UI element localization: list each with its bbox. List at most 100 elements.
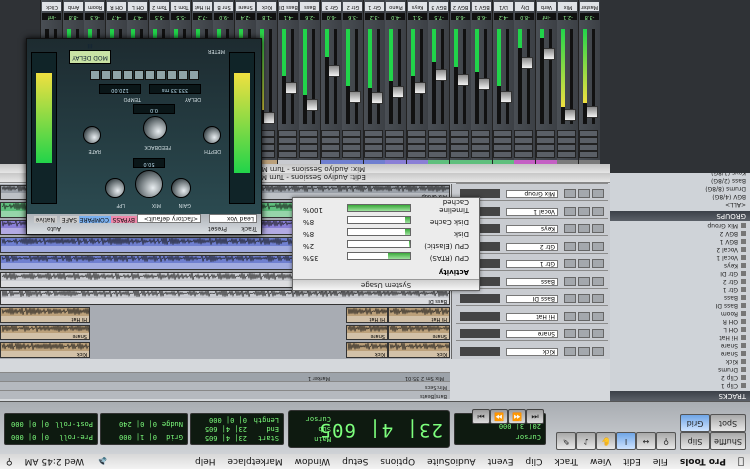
channel-name[interactable]: Bass DI <box>279 2 298 11</box>
insert-slot[interactable] <box>514 151 534 158</box>
track-list-item[interactable]: Gtr DI <box>616 269 746 277</box>
channel-name[interactable]: OH R <box>107 2 126 11</box>
channel-name[interactable]: Keys <box>408 2 427 11</box>
track-lane[interactable]: Hi Hat Hi Hat Hi Hat <box>0 307 450 325</box>
channel-name[interactable]: BGV 3 <box>429 2 449 11</box>
group-list-item[interactable]: Bass (2/8G) <box>616 176 746 184</box>
insert-slot[interactable] <box>557 144 577 151</box>
channel-volume-readout[interactable]: -6.8 <box>451 13 470 20</box>
track-list-item[interactable]: Clip 1 <box>616 381 746 389</box>
nudge-value[interactable]: 0| 0| 240 <box>119 420 157 428</box>
channel-volume-readout[interactable]: -8.8 <box>64 13 83 20</box>
ruler-marker-2[interactable]: Marker 1 <box>308 375 330 381</box>
insert-slot[interactable] <box>278 130 297 137</box>
track-visibility-dot-icon[interactable] <box>741 311 746 316</box>
channel-volume-readout[interactable]: -9.0 <box>214 13 234 20</box>
insert-slot[interactable] <box>428 137 448 144</box>
insert-slot[interactable] <box>407 130 426 137</box>
insert-slot[interactable] <box>364 137 383 144</box>
insert-slot[interactable] <box>364 144 383 151</box>
track-list-item[interactable]: OH L <box>616 325 746 333</box>
channel-name[interactable]: Tom 2 <box>150 2 169 11</box>
mute-button[interactable] <box>564 312 576 321</box>
gain-knob[interactable] <box>171 178 191 198</box>
menu-window[interactable]: Window <box>289 457 337 467</box>
channel-volume-readout[interactable]: -2.4 <box>236 13 255 20</box>
track-visibility-dot-icon[interactable] <box>741 303 746 308</box>
solo-button[interactable] <box>578 242 590 251</box>
plugin-preset-selector[interactable]: <factory default> <box>137 214 201 223</box>
insert-slot[interactable] <box>299 130 319 137</box>
track-visibility-dot-icon[interactable] <box>741 231 746 236</box>
main-counter[interactable]: 23| 4| 605 Main Sub Cursor <box>288 410 450 448</box>
insert-slot[interactable] <box>342 151 362 158</box>
record-enable-button[interactable] <box>592 224 604 234</box>
plugin-bypass-button[interactable]: BYPASS <box>110 216 137 223</box>
insert-slot[interactable] <box>536 130 555 137</box>
menu-event[interactable]: Event <box>482 457 520 467</box>
insert-slot[interactable] <box>450 151 469 158</box>
track-list-item[interactable]: Drums <box>616 365 746 373</box>
postroll-value[interactable]: 0| 0| 000 <box>11 420 49 428</box>
spotlight-icon[interactable]: ⚲ <box>0 457 19 467</box>
go-to-end-button[interactable]: ⏭ <box>472 409 490 424</box>
insert-slot[interactable] <box>385 137 405 144</box>
audio-clip[interactable]: Kick <box>0 342 90 358</box>
solo-button[interactable] <box>578 277 590 286</box>
track-visibility-dot-icon[interactable] <box>741 327 746 332</box>
channel-name[interactable]: Gtr 2 <box>343 2 363 11</box>
feedback-knob[interactable] <box>143 116 167 140</box>
channel-volume-readout[interactable]: -4.1 <box>279 13 298 20</box>
insert-slot[interactable] <box>407 137 426 144</box>
track-list-item[interactable]: Bass <box>616 293 746 301</box>
menu-help[interactable]: Help <box>189 457 222 467</box>
track-name-field[interactable]: Vocal 1 <box>506 208 558 216</box>
selector-tool-icon[interactable]: I <box>616 432 636 450</box>
track-visibility-dot-icon[interactable] <box>741 343 746 348</box>
track-record-solo-mute-buttons[interactable] <box>564 207 604 216</box>
channel-volume-readout[interactable]: -5.5 <box>171 13 191 20</box>
menu-track[interactable]: Track <box>548 457 584 467</box>
group-list-item[interactable]: Drums (8/8G) <box>616 184 746 192</box>
mute-button[interactable] <box>564 189 576 199</box>
track-list-item[interactable]: Hi Hat <box>616 333 746 341</box>
solo-button[interactable] <box>578 189 590 199</box>
channel-name[interactable]: Bass <box>300 2 320 11</box>
return-to-zero-button[interactable]: ⏮ <box>526 409 544 424</box>
channel-volume-readout[interactable]: -4.2 <box>494 13 513 20</box>
insert-slot[interactable] <box>428 144 448 151</box>
insert-slot[interactable] <box>321 151 340 158</box>
solo-button[interactable] <box>578 224 590 234</box>
mode-slip-button[interactable]: Slip <box>680 432 710 450</box>
insert-slot[interactable] <box>364 130 383 137</box>
trim-tool-icon[interactable]: ↔ <box>636 432 656 450</box>
channel-volume-readout[interactable]: -8.0 <box>515 13 535 20</box>
menu-edit[interactable]: Edit <box>617 457 646 467</box>
record-enable-button[interactable] <box>592 347 604 356</box>
track-visibility-dot-icon[interactable] <box>741 271 746 276</box>
channel-name[interactable]: LV1 <box>494 2 513 11</box>
lpf-knob[interactable] <box>105 178 125 198</box>
channel-name[interactable]: Snr B <box>214 2 234 11</box>
insert-slot[interactable] <box>557 130 577 137</box>
insert-slot[interactable] <box>471 151 491 158</box>
menu-audiosuite[interactable]: AudioSuite <box>421 457 482 467</box>
channel-name[interactable]: Amb <box>64 2 83 11</box>
track-visibility-dot-icon[interactable] <box>741 383 746 388</box>
insert-slot[interactable] <box>514 144 534 151</box>
channel-name[interactable]: Piano <box>386 2 406 11</box>
record-enable-button[interactable] <box>592 277 604 286</box>
insert-slot[interactable] <box>493 130 512 137</box>
insert-slot[interactable] <box>579 144 598 151</box>
track-list-item[interactable]: BGV 1 <box>616 237 746 245</box>
mute-button[interactable] <box>564 294 576 304</box>
audio-clip[interactable]: Hi Hat <box>0 307 90 323</box>
channel-name[interactable]: Kick <box>257 2 277 11</box>
mute-button[interactable] <box>564 259 576 269</box>
insert-slot[interactable] <box>514 137 534 144</box>
track-visibility-dot-icon[interactable] <box>741 319 746 324</box>
channel-name[interactable]: Mix <box>558 2 578 11</box>
track-name-field[interactable]: Gtr 1 <box>506 260 558 269</box>
fast-forward-button[interactable]: ⏩ <box>490 409 508 424</box>
start-value[interactable]: 23| 4| 605 <box>205 434 247 442</box>
